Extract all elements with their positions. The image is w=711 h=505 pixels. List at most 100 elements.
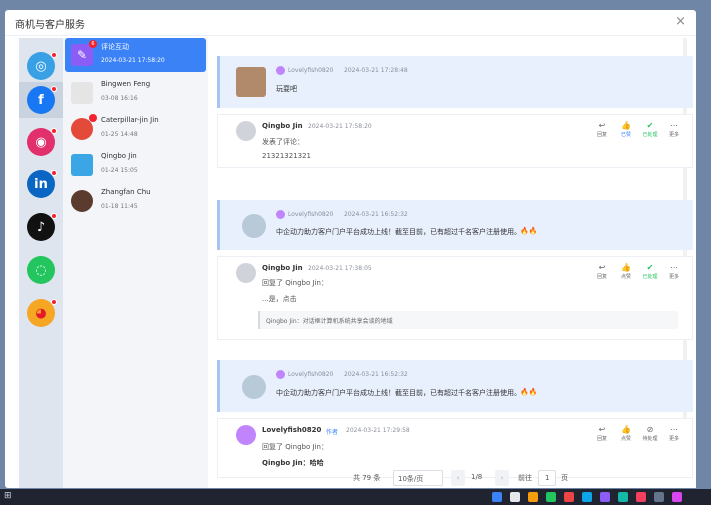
taskbar-app-10[interactable] [654, 492, 664, 502]
modal-header: 商机与客户服务 × [5, 10, 696, 36]
processed-button[interactable]: ✔ 已处理 [640, 121, 660, 143]
fire-icon: 🔥🔥 [520, 227, 538, 235]
post-time: 2024-03-21 16:52:32 [344, 211, 408, 218]
check-icon: ✔ [646, 263, 654, 272]
pagination: 共 79 条 10条/页 ‹ 1/8 › 前往 1 页 [213, 470, 696, 488]
taskbar-app-9[interactable] [636, 492, 646, 502]
facebook-icon: f [38, 92, 44, 108]
comment-block: Lovelyfish0820 作者 2024-03-21 17:29:58 回复… [217, 418, 693, 478]
unread-dot [89, 114, 97, 122]
more-button[interactable]: ⋯ 更多 [664, 263, 684, 285]
taskbar-app-7[interactable] [600, 492, 610, 502]
commenter-name: Lovelyfish0820 [262, 426, 322, 434]
avatar [71, 190, 93, 212]
conversation-time: 01-24 15:05 [101, 167, 138, 174]
comment-text: 21321321321 [262, 152, 311, 160]
reply-icon: ↩ [598, 425, 606, 434]
pending-icon: ⊘ [646, 425, 654, 434]
like-button[interactable]: 👍 已赞 [616, 121, 636, 143]
like-icon: 👍 [621, 121, 631, 130]
post-block: Lovelyfish0820 2024-03-21 16:52:32 中企动力助… [217, 360, 693, 412]
post-text: 玩耍吧 [276, 85, 297, 93]
commenter-name: Qingbo Jin [262, 122, 303, 130]
processed-button[interactable]: ✔ 已处理 [640, 263, 660, 285]
check-icon: ✔ [646, 121, 654, 130]
conversation-item[interactable]: Zhangfan Chu 01-18 11:45 [65, 184, 206, 218]
conversation-time: 01-25 14:48 [101, 131, 138, 138]
avatar [276, 370, 285, 379]
post-image [236, 67, 266, 97]
post-author: Lovelyfish0820 [288, 371, 334, 378]
post-time: 2024-03-21 17:28:48 [344, 67, 408, 74]
like-icon: 👍 [621, 425, 631, 434]
conversation-item[interactable]: Qingbo Jin 01-24 15:05 [65, 148, 206, 182]
avatar [71, 82, 93, 104]
platform-wechat[interactable]: ◌ [27, 256, 55, 284]
conversation-list: ✎ 6 评论互动 2024-03-21 17:58:20 Bingwen Fen… [63, 38, 208, 488]
taskbar-app-4[interactable] [546, 492, 556, 502]
goto-page-input[interactable]: 1 [538, 470, 556, 486]
more-button[interactable]: ⋯ 更多 [664, 121, 684, 143]
author-tag: 作者 [326, 429, 339, 436]
post-time: 2024-03-21 16:52:32 [344, 371, 408, 378]
taskbar-app-1[interactable] [492, 492, 502, 502]
avatar [242, 214, 266, 238]
taskbar-app-11[interactable] [672, 492, 682, 502]
conversation-time: 03-08 16:16 [101, 95, 138, 102]
taskbar-app-6[interactable] [582, 492, 592, 502]
conversation-name: Qingbo Jin [101, 152, 137, 160]
taskbar-app-3[interactable] [528, 492, 538, 502]
comment-block: Qingbo Jin 2024-03-21 17:58:20 发表了评论： 21… [217, 114, 693, 168]
more-icon: ⋯ [670, 263, 678, 272]
avatar [71, 118, 93, 140]
conversation-item[interactable]: Bingwen Feng 03-08 16:16 [65, 76, 206, 110]
customer-service-modal: 商机与客户服务 × ◎ f ◉ in ♪ ◌ ◕ ✎ 6 评论互动 2024-0… [5, 10, 696, 488]
taskbar-app-2[interactable] [510, 492, 520, 502]
prev-page-button[interactable]: ‹ [451, 470, 465, 486]
unread-dot [51, 213, 57, 219]
conversation-item[interactable]: ✎ 6 评论互动 2024-03-21 17:58:20 [65, 38, 206, 72]
conversation-name: Caterpillar-jin Jin [101, 116, 159, 124]
close-icon[interactable]: × [675, 14, 686, 29]
comment-label: 回复了 Qingbo Jin： [262, 443, 328, 451]
comment-label: 发表了评论： [262, 138, 304, 146]
like-icon: 👍 [621, 263, 631, 272]
unread-badge: 6 [89, 40, 97, 48]
total-count: 共 79 条 [353, 474, 381, 482]
pending-button[interactable]: ⊘ 待处理 [640, 425, 660, 447]
page-size-select[interactable]: 10条/页 [393, 470, 443, 486]
reply-button[interactable]: ↩ 回复 [592, 263, 612, 285]
comment-feed: Lovelyfish0820 2024-03-21 17:28:48 玩耍吧 Q… [213, 38, 696, 488]
reply-button[interactable]: ↩ 回复 [592, 425, 612, 447]
reply-button[interactable]: ↩ 回复 [592, 121, 612, 143]
globe-icon: ◎ [35, 58, 47, 74]
more-button[interactable]: ⋯ 更多 [664, 425, 684, 447]
modal-title: 商机与客户服务 [15, 20, 85, 31]
unread-dot [51, 86, 57, 92]
instagram-icon: ◉ [35, 134, 47, 150]
page-unit: 页 [561, 474, 568, 482]
unread-dot [51, 128, 57, 134]
comment-time: 2024-03-21 17:38:05 [308, 265, 372, 272]
start-icon[interactable]: ⊞ [4, 491, 12, 501]
linkedin-icon: in [34, 176, 48, 192]
like-button[interactable]: 👍 点赞 [616, 425, 636, 447]
taskbar-app-5[interactable] [564, 492, 574, 502]
conversation-time: 01-18 11:45 [101, 203, 138, 210]
more-icon: ⋯ [670, 121, 678, 130]
post-text: 中企动力助力客户门户平台成功上线！截至目前，已有超过千名客户注册使用。 [276, 228, 521, 236]
conversation-item[interactable]: Caterpillar-jin Jin 01-25 14:48 [65, 112, 206, 146]
avatar [242, 375, 266, 399]
comment-text: Qingbo Jin：哈哈 [262, 459, 324, 467]
fire-icon: 🔥🔥 [520, 388, 538, 396]
conversation-time: 2024-03-21 17:58:20 [101, 57, 165, 64]
platform-rail: ◎ f ◉ in ♪ ◌ ◕ [19, 38, 63, 488]
wechat-icon: ◌ [35, 262, 47, 278]
next-page-button[interactable]: › [495, 470, 509, 486]
comment-text: ...是，点击 [262, 295, 297, 303]
taskbar: ⊞ [0, 489, 711, 505]
like-button[interactable]: 👍 点赞 [616, 263, 636, 285]
taskbar-app-8[interactable] [618, 492, 628, 502]
unread-dot [51, 299, 57, 305]
avatar [236, 263, 256, 283]
